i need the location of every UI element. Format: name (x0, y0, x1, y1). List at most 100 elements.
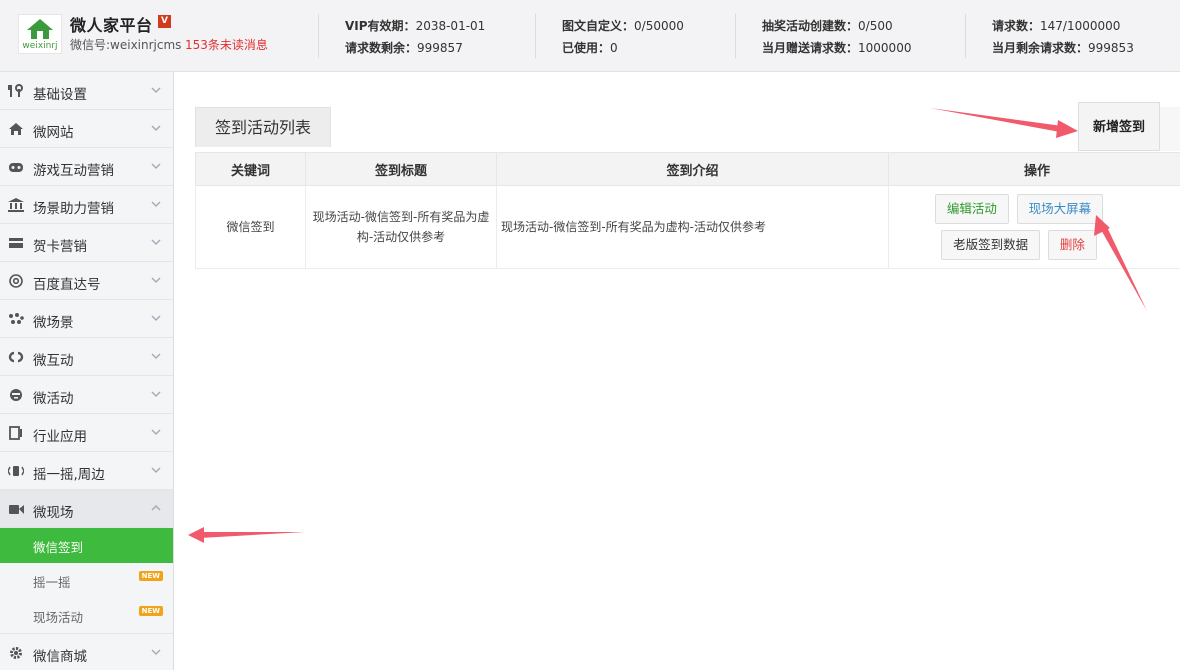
sidebar-item-label: 百度直达号 (33, 277, 101, 293)
sidebar-subitem-label: 摇一摇 (33, 575, 71, 590)
column-header-keyword: 关键词 (195, 152, 306, 186)
arrow-to-add-button (930, 108, 1078, 138)
sidebar-item-game-marketing[interactable]: 游戏互动营销 (0, 148, 173, 186)
arrow-to-wechat-signin (188, 527, 305, 543)
vip-badge: V (158, 15, 171, 28)
cell-actions: 编辑活动 现场大屏幕 老版签到数据 删除 (888, 185, 1180, 269)
chevron-down-icon (151, 353, 161, 360)
stat-lottery-count: 抽奖活动创建数：0/500 (762, 19, 893, 33)
chevron-down-icon (151, 125, 161, 132)
card-icon (9, 238, 23, 248)
link-icon (8, 351, 24, 363)
chevron-down-icon (151, 277, 161, 284)
sidebar-subitem-label: 现场活动 (33, 610, 84, 625)
sidebar-subitem-live-activity[interactable]: 现场活动 NEW (0, 598, 173, 633)
table-header-row: 关键词 签到标题 签到介绍 操作 (195, 152, 1180, 186)
sidebar-item-basic-settings[interactable]: 基础设置 (0, 72, 173, 110)
wechat-id: 微信号:weixinrjcms (70, 38, 182, 52)
sidebar-item-scene-boost[interactable]: 场景助力营销 (0, 186, 173, 224)
sidebar-item-label: 游戏互动营销 (33, 163, 114, 179)
sidebar-subitem-label: 微信签到 (33, 540, 84, 555)
house-logo-icon (27, 19, 53, 39)
divider (735, 14, 736, 58)
video-icon (9, 505, 24, 514)
old-signin-data-button[interactable]: 老版签到数据 (941, 230, 1041, 260)
sidebar-item-micro-site[interactable]: 微网站 (0, 110, 173, 148)
live-screen-button[interactable]: 现场大屏幕 (1016, 194, 1104, 224)
tab-signin-list[interactable]: 签到活动列表 (195, 107, 331, 147)
stat-used: 已使用：0 (562, 41, 618, 55)
sidebar-item-label: 基础设置 (33, 87, 87, 103)
chevron-down-icon (151, 239, 161, 246)
doc-icon (9, 426, 22, 440)
gear-icon (10, 647, 22, 659)
stat-vip-expiry: VIP有效期：2038-01-01 (345, 19, 486, 33)
stat-requests-left: 请求数剩余：999857 (345, 41, 463, 55)
sidebar-item-label: 微场景 (33, 315, 74, 331)
edit-activity-button[interactable]: 编辑活动 (934, 194, 1009, 224)
logo-text: weixinrj (22, 41, 58, 51)
cell-keyword: 微信签到 (195, 185, 306, 269)
sidebar-item-industry-apps[interactable]: 行业应用 (0, 414, 173, 452)
sidebar-item-label: 微互动 (33, 353, 74, 369)
cell-title: 现场活动-微信签到-所有奖品为虚构-活动仅供参考 (305, 185, 497, 269)
chevron-down-icon (151, 649, 161, 656)
sidebar-item-wechat-mall[interactable]: 微信商城 (0, 633, 173, 670)
toolbar-background (1160, 107, 1180, 151)
top-header: weixinrj 微人家平台 V 微信号:weixinrjcms 153条未读消… (0, 0, 1180, 72)
sidebar-item-label: 微活动 (33, 391, 74, 407)
stat-monthly-gift: 当月赠送请求数：1000000 (762, 41, 912, 55)
at-icon (9, 274, 23, 288)
dots-icon (9, 313, 24, 324)
annotation-arrows (188, 108, 1147, 543)
column-header-intro: 签到介绍 (496, 152, 889, 186)
delete-button[interactable]: 删除 (1047, 230, 1097, 260)
add-signin-button[interactable]: 新增签到 (1078, 102, 1160, 151)
chevron-down-icon (151, 87, 161, 94)
new-badge: NEW (138, 571, 163, 581)
chevron-down-icon (151, 315, 161, 322)
stat-monthly-remaining: 当月剩余请求数：999853 (992, 41, 1134, 55)
sidebar-item-label: 微网站 (33, 125, 74, 141)
unread-messages-link[interactable]: 153条未读消息 (185, 36, 268, 53)
sidebar-item-greeting-card[interactable]: 贺卡营销 (0, 224, 173, 262)
sidebar-item-micro-live[interactable]: 微现场 (0, 490, 173, 528)
sidebar-subitem-wechat-signin[interactable]: 微信签到 (0, 528, 173, 563)
sidebar-item-micro-interaction[interactable]: 微互动 (0, 338, 173, 376)
face-icon (10, 389, 22, 401)
divider (535, 14, 536, 58)
sidebar-item-label: 微现场 (33, 505, 74, 521)
stat-custom-articles: 图文自定义：0/50000 (562, 19, 684, 33)
cell-intro: 现场活动-微信签到-所有奖品为虚构-活动仅供参考 (496, 185, 889, 269)
chevron-down-icon (151, 429, 161, 436)
table-row: 微信签到 现场活动-微信签到-所有奖品为虚构-活动仅供参考 现场活动-微信签到-… (195, 185, 1180, 269)
chevron-down-icon (151, 391, 161, 398)
divider (318, 14, 319, 58)
sidebar-item-micro-scene[interactable]: 微场景 (0, 300, 173, 338)
home-icon (9, 123, 23, 135)
divider (965, 14, 966, 58)
sidebar-item-label: 摇一摇,周边 (33, 467, 105, 483)
sidebar-item-label: 贺卡营销 (33, 239, 87, 255)
gamepad-icon (9, 163, 23, 172)
chevron-up-icon (151, 504, 161, 511)
brand-name: 微人家平台 (70, 16, 153, 35)
sidebar-item-micro-activity[interactable]: 微活动 (0, 376, 173, 414)
stat-requests: 请求数：147/1000000 (992, 19, 1121, 33)
sidebar-subitem-shake[interactable]: 摇一摇 NEW (0, 563, 173, 598)
chevron-down-icon (151, 201, 161, 208)
column-header-actions: 操作 (888, 152, 1180, 186)
sidebar-item-label: 微信商城 (33, 649, 87, 665)
shake-icon (8, 466, 24, 476)
sidebar-item-shake-nearby[interactable]: 摇一摇,周边 (0, 452, 173, 490)
signin-table: 关键词 签到标题 签到介绍 操作 微信签到 现场活动-微信签到-所有奖品为虚构-… (195, 152, 1180, 269)
column-header-title: 签到标题 (305, 152, 497, 186)
sidebar-item-baidu-direct[interactable]: 百度直达号 (0, 262, 173, 300)
chevron-down-icon (151, 467, 161, 474)
bank-icon (8, 198, 24, 212)
sidebar-item-label: 场景助力营销 (33, 201, 114, 217)
sidebar: 基础设置 微网站 游戏互动营销 场景助力营销 贺卡营销 百度直达号 微场景 微互… (0, 72, 174, 670)
chevron-down-icon (151, 163, 161, 170)
brand-logo[interactable]: weixinrj (18, 14, 62, 54)
sidebar-item-label: 行业应用 (33, 429, 87, 445)
